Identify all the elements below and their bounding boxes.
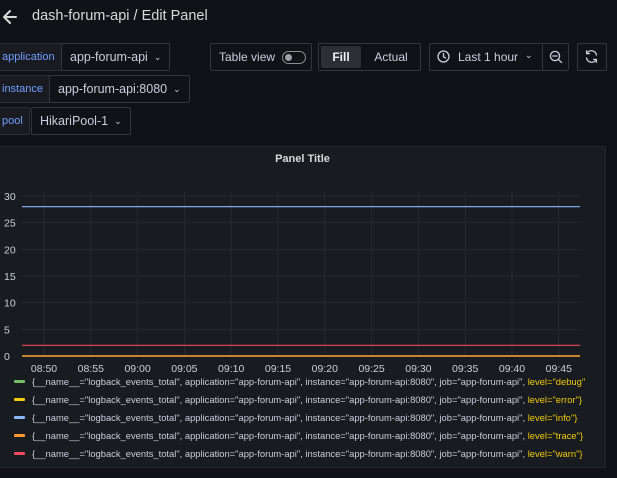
legend-swatch — [14, 416, 25, 419]
x-tick-label: 09:35 — [452, 363, 478, 375]
y-tick-label: 30 — [4, 191, 16, 203]
time-series-graph[interactable]: 0 5 10 15 20 25 30 08:50 08:55 09:00 09:05 09:10 09… — [0, 0, 617, 478]
x-axis: 08:50 08:55 09:00 09:05 09:10 09:15 09:20 09:25… — [31, 363, 572, 375]
legend-swatch — [14, 452, 25, 455]
x-tick-label: 09:45 — [546, 363, 572, 375]
x-tick-label: 09:15 — [265, 363, 291, 375]
x-tick-label: 08:50 — [31, 363, 57, 375]
legend-label: {__name__="logback_events_total", applic… — [32, 448, 583, 459]
legend-label: {__name__="logback_events_total", applic… — [32, 412, 578, 423]
series-lines — [22, 206, 580, 357]
legend-swatch — [14, 380, 25, 383]
y-tick-label: 25 — [4, 218, 16, 230]
legend-label: {__name__="logback_events_total", applic… — [32, 376, 586, 387]
grid — [22, 192, 580, 357]
legend-swatch — [14, 398, 25, 401]
legend-swatch — [14, 434, 25, 437]
y-tick-label: 20 — [4, 244, 16, 256]
x-tick-label: 09:25 — [358, 363, 384, 375]
legend-label: {__name__="logback_events_total", applic… — [32, 394, 583, 405]
x-tick-label: 09:30 — [405, 363, 431, 375]
x-tick-label: 09:10 — [218, 363, 244, 375]
x-tick-label: 09:00 — [124, 363, 150, 375]
x-tick-label: 09:20 — [312, 363, 338, 375]
x-tick-label: 09:05 — [171, 363, 197, 375]
y-tick-label: 15 — [4, 271, 16, 283]
y-axis: 0 5 10 15 20 25 30 — [4, 191, 16, 363]
y-tick-label: 5 — [4, 324, 10, 336]
y-tick-label: 0 — [4, 351, 10, 363]
x-tick-label: 09:40 — [499, 363, 525, 375]
legend-label: {__name__="logback_events_total", applic… — [32, 430, 584, 441]
x-tick-label: 08:55 — [78, 363, 104, 375]
y-tick-label: 10 — [4, 298, 16, 310]
